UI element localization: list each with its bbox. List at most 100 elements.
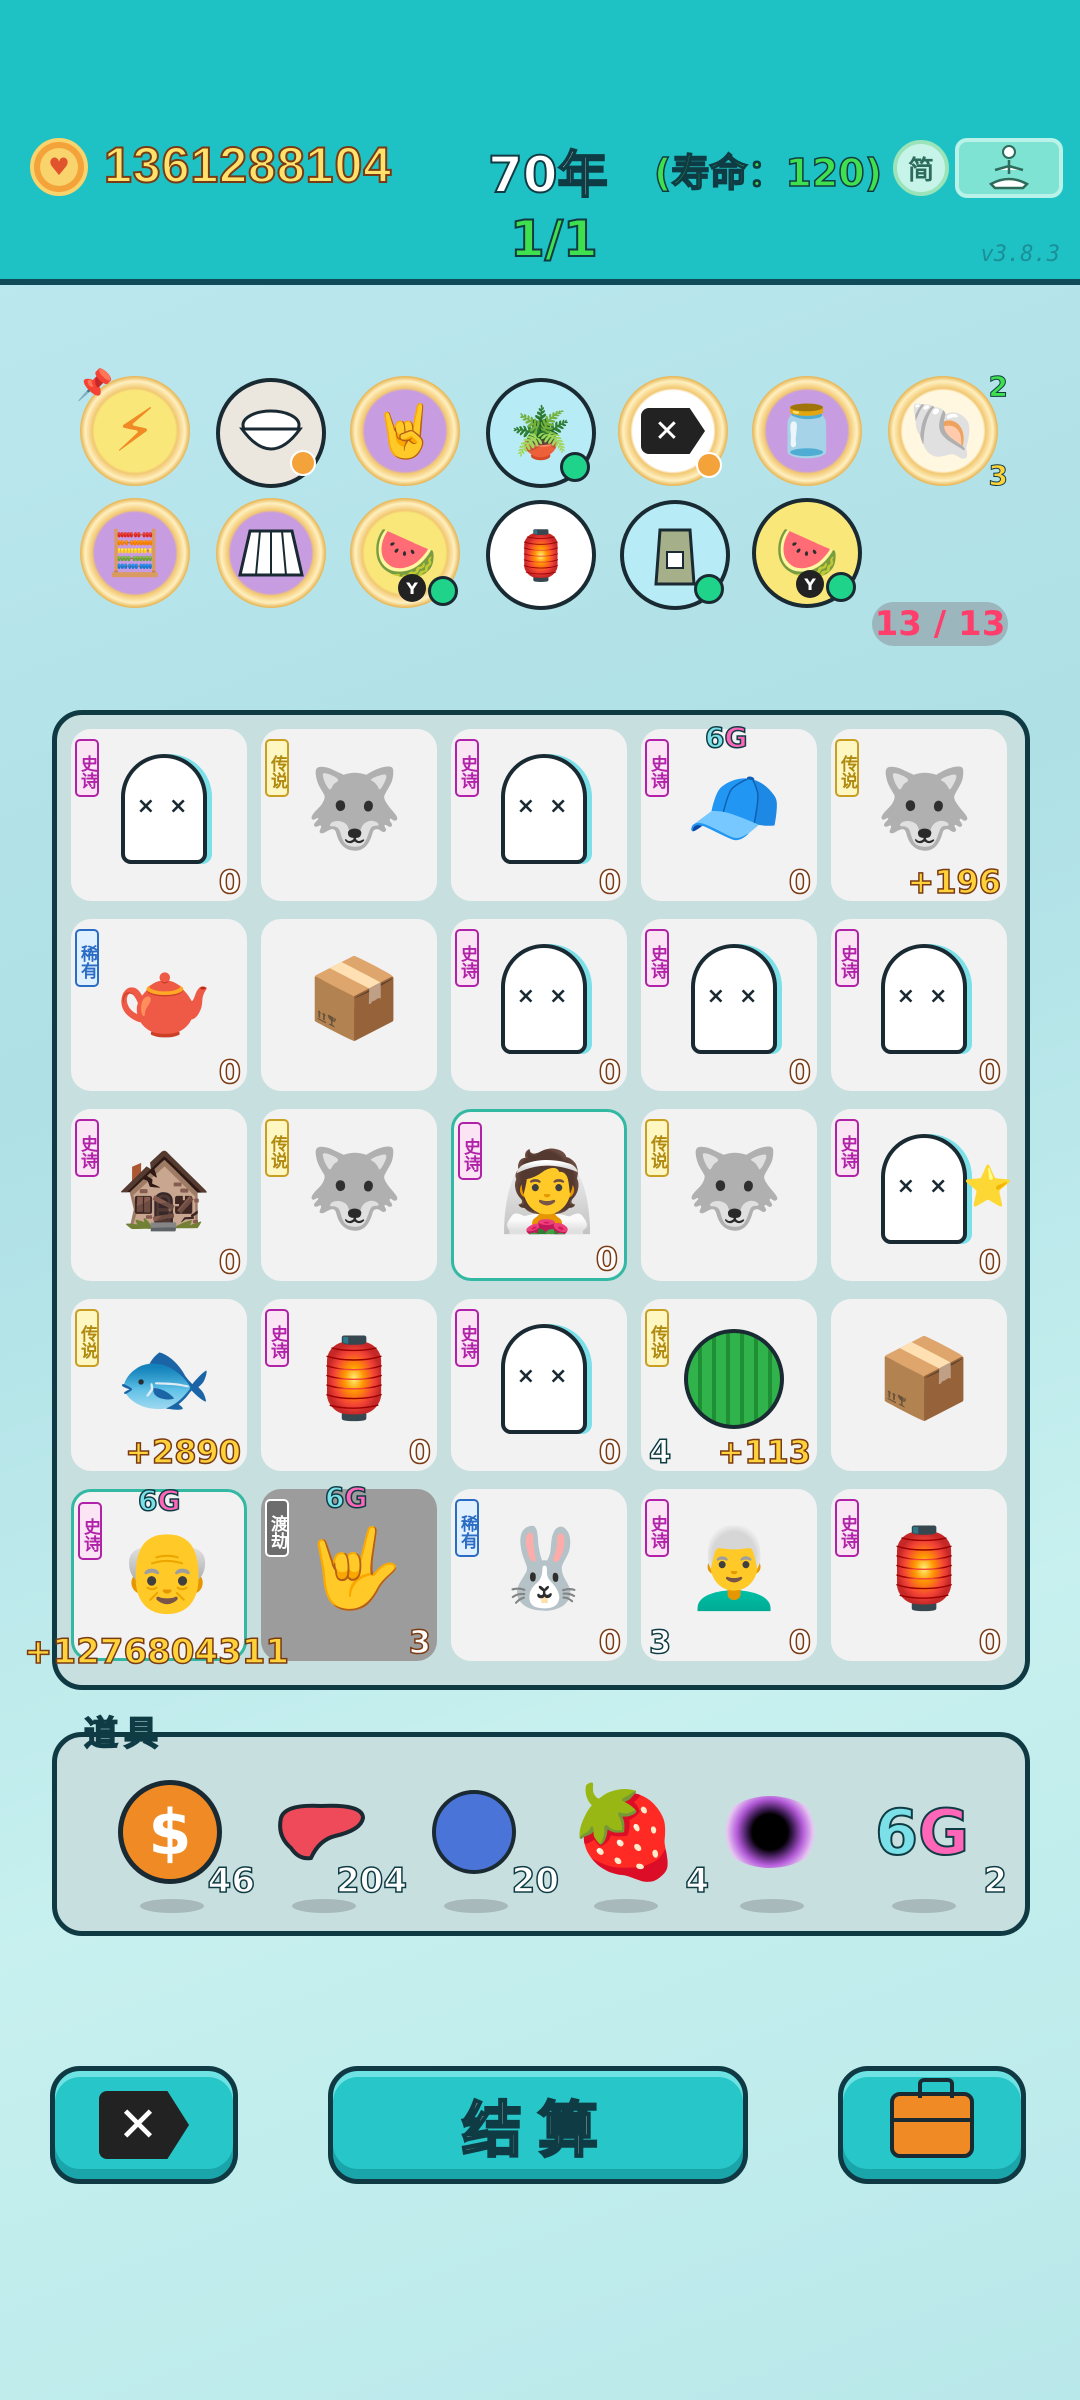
rarity-tag: 史诗	[645, 1499, 669, 1557]
simple-mode-button[interactable]: 简	[893, 140, 949, 196]
grid-cell-old-man[interactable]: 👨‍🦳 史诗 3 0	[641, 1489, 817, 1662]
grid-cell-rabbit-house[interactable]: 🏮 史诗 0	[261, 1299, 437, 1472]
grid-cell-ghost[interactable]: ×× 史诗 0	[451, 1299, 627, 1472]
honey-jar-icon[interactable]: 🫙	[752, 376, 862, 486]
lightning-icon[interactable]: ⚡ 📌	[76, 368, 190, 486]
rabbit-icon: 🐰	[495, 1523, 593, 1614]
grid-cell-koi[interactable]: 🐟 传说 +2890	[71, 1299, 247, 1472]
grid-cell-watermelon[interactable]: 传说 4 +113	[641, 1299, 817, 1472]
grid-cell-husky[interactable]: 🐺 传说	[641, 1109, 817, 1281]
backpack-button[interactable]	[838, 2066, 1026, 2184]
cell-value: 0	[978, 1242, 1002, 1282]
potted-flower-icon[interactable]: 🪴	[486, 378, 596, 488]
item-strawberry[interactable]: 🍓 4	[568, 1777, 710, 1913]
meditate-button[interactable]	[955, 138, 1063, 198]
y-badge-icon: Y	[398, 574, 426, 602]
heart-badge-icon	[290, 450, 316, 476]
items-panel: $ 46 204 20 🍓 4 6G 2	[52, 1732, 1030, 1936]
fruit-bowl-icon[interactable]: 🍉 Y	[350, 498, 460, 608]
delete-tag-icon[interactable]: ✕	[618, 376, 728, 486]
rarity-tag: 史诗	[455, 739, 479, 797]
cell-value: 0	[408, 1432, 432, 1472]
rarity-tag: 史诗	[265, 1309, 289, 1367]
liver-icon	[278, 1803, 366, 1861]
rarity-tag: 稀有	[455, 1499, 479, 1557]
cell-value: 0	[788, 862, 812, 902]
grid-cell-husky[interactable]: 🐺 传说	[261, 1109, 437, 1281]
ghost-icon: ××	[489, 1319, 599, 1439]
rarity-tag: 稀有	[75, 929, 99, 987]
rarity-tag: 史诗	[645, 929, 669, 987]
grid-cell-ghost[interactable]: ×× 史诗 0	[71, 729, 247, 902]
rock-hand-icon[interactable]: 🤘	[350, 376, 460, 486]
rarity-tag: 传说	[645, 1309, 669, 1367]
rarity-tag: 史诗	[455, 1309, 479, 1367]
old-man-icon: 👨‍🦳	[685, 1523, 783, 1614]
discard-button[interactable]: ✕	[50, 2066, 238, 2184]
rarity-tag: 史诗	[835, 1119, 859, 1177]
item-coin[interactable]: $ 46	[115, 1777, 256, 1913]
settle-button[interactable]: 结算	[328, 2066, 748, 2184]
grid-cell-box[interactable]: 📦	[261, 919, 437, 1091]
item-blueberry[interactable]: 20	[419, 1777, 560, 1913]
grid-cell-teapot[interactable]: 🫖 稀有 0	[71, 919, 247, 1092]
skirt-icon[interactable]	[216, 498, 326, 608]
rice-bowl-icon[interactable]	[216, 378, 326, 488]
cell-value: 0	[598, 1432, 622, 1472]
ghost-icon: ××	[869, 939, 979, 1059]
version-label: v3.8.3	[980, 242, 1060, 267]
grid-cell-rabbit-house[interactable]: 🏮 史诗 0	[831, 1489, 1007, 1662]
teapot-icon: 🫖	[115, 953, 213, 1044]
cell-value: +113	[717, 1432, 812, 1472]
grid-cell-box[interactable]: 📦	[831, 1299, 1007, 1471]
grid-cell-green-hat-man[interactable]: 6G 🧢 史诗 0	[641, 720, 817, 902]
grid-cell-husky[interactable]: 🐺 传说	[261, 729, 437, 901]
item-liver[interactable]: 204	[267, 1777, 408, 1913]
black-hole-icon	[718, 1796, 822, 1868]
shell-stack-top: 2	[988, 370, 1009, 404]
watermelon-icon	[679, 1319, 789, 1439]
grid-cell-ghost-star[interactable]: ×× ⭐ 史诗 0	[831, 1109, 1013, 1282]
rarity-tag: 史诗	[78, 1502, 102, 1560]
cell-value: 0	[598, 1622, 622, 1662]
ghost-icon: ××	[489, 939, 599, 1059]
cell-value: 0	[218, 1242, 242, 1282]
rabbit-house-icon: 🏮	[875, 1523, 973, 1614]
active-dot-icon	[694, 574, 724, 604]
dollar-coin-icon: $	[118, 1780, 222, 1884]
item-black-hole[interactable]	[715, 1777, 825, 1913]
cell-value: 0	[978, 1052, 1002, 1092]
ghost-icon: ××	[679, 939, 789, 1059]
grid-cell-haunted-house[interactable]: 🏚️ 史诗 0	[71, 1109, 247, 1282]
grid-cell-ghost[interactable]: ×× 史诗 0	[831, 919, 1007, 1092]
y-badge-icon: Y	[796, 570, 824, 598]
math-boy-icon[interactable]: 🧮	[80, 498, 190, 608]
ghost-lantern-icon[interactable]: 🏮	[486, 500, 596, 610]
rarity-tag: 传说	[835, 739, 859, 797]
shell-stack-bottom: 3	[988, 459, 1009, 493]
grid-cell-rabbit[interactable]: 🐰 稀有 0	[451, 1489, 627, 1662]
husky-icon: 🐺	[305, 1143, 403, 1234]
grid-cell-bride[interactable]: 👰 史诗 0	[451, 1109, 627, 1281]
item-6g[interactable]: 6G 2	[867, 1777, 1008, 1913]
ghost-icon: ××	[109, 749, 219, 869]
sack-icon[interactable]	[620, 500, 730, 610]
rarity-tag: 史诗	[75, 1119, 99, 1177]
cell-left-count: 4	[648, 1432, 672, 1472]
rarity-tag: 史诗	[75, 739, 99, 797]
grid-cell-ghost[interactable]: ×× 史诗 0	[451, 729, 627, 902]
cell-value: 0	[218, 862, 242, 902]
cell-value: +2890	[124, 1432, 241, 1472]
rabbit-house-icon: 🏮	[305, 1333, 403, 1424]
buff-counter: 13 / 13	[872, 602, 1008, 646]
fruit-bowl-icon[interactable]: 🍉 Y	[752, 498, 862, 608]
shell-icon[interactable]: 🐚 2 3	[888, 370, 1009, 493]
active-dot-icon	[560, 452, 590, 482]
grid-cell-husky[interactable]: 🐺 传说 +196	[831, 729, 1007, 902]
grid-cell-ghost[interactable]: ×× 史诗 0	[641, 919, 817, 1092]
item-count: 2	[983, 1860, 1008, 1902]
blueberry-icon	[432, 1790, 516, 1874]
cell-value: 0	[788, 1052, 812, 1092]
grid-cell-ghost[interactable]: ×× 史诗 0	[451, 919, 627, 1092]
current-year: 70年	[487, 145, 609, 205]
